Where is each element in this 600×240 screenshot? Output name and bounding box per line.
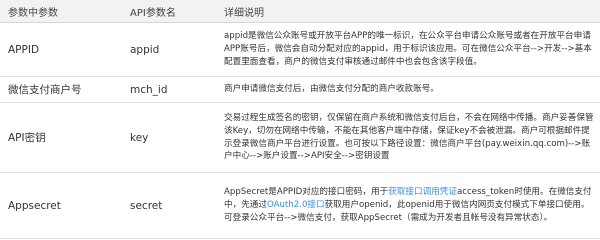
table-row: Appsecret secret AppSecret是APPID对应的接口密码，… [0,172,600,239]
column-header-description: 详细说明 [216,0,600,23]
param-description: AppSecret是APPID对应的接口密码，用于获取接口调用凭证access_… [216,172,600,239]
params-table: 参数中参数 API参数名 详细说明 APPID appid appid是微信公众… [0,0,600,239]
param-name: APPID [0,22,122,77]
oauth-interface-link[interactable]: OAuth2.0接口 [267,200,325,210]
table-row: API密钥 key 交易过程生成签名的密钥，仅保留在商户系统和微信支付后台，不会… [0,102,600,173]
api-param-name: mch_id [122,76,216,103]
param-name: API密钥 [0,102,122,173]
header-row: 参数中参数 API参数名 详细说明 [0,0,600,23]
description-text: AppSecret是APPID对应的接口密码，用于 [224,187,389,198]
api-param-name: secret [122,172,216,239]
column-header-param: 参数中参数 [0,0,122,23]
param-description: 交易过程生成签名的密钥，仅保留在商户系统和微信支付后台，不会在网络中传播。商户妥… [216,102,600,173]
param-description: appid是微信公众账号或开放平台APP的唯一标识，在公众平台申请公众账号或者在… [216,22,600,77]
column-header-api-name: API参数名 [122,0,216,23]
param-name: Appsecret [0,172,122,239]
api-param-name: key [122,102,216,173]
table-row: 微信支付商户号 mch_id 商户申请微信支付后，由微信支付分配的商户收款账号。 [0,76,600,103]
table-row: APPID appid appid是微信公众账号或开放平台APP的唯一标识，在公… [0,22,600,77]
api-param-name: appid [122,22,216,77]
param-description: 商户申请微信支付后，由微信支付分配的商户收款账号。 [216,76,600,103]
param-name: 微信支付商户号 [0,76,122,103]
get-access-token-link[interactable]: 获取接口调用凭证 [388,187,457,197]
